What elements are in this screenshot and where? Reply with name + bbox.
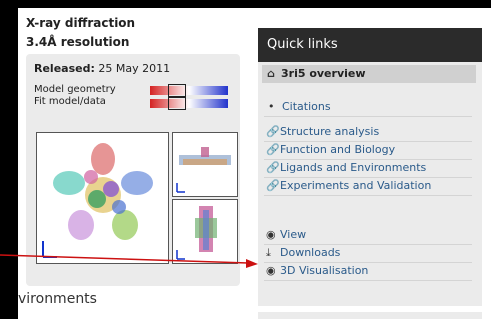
annotation-arrow [0, 254, 258, 268]
